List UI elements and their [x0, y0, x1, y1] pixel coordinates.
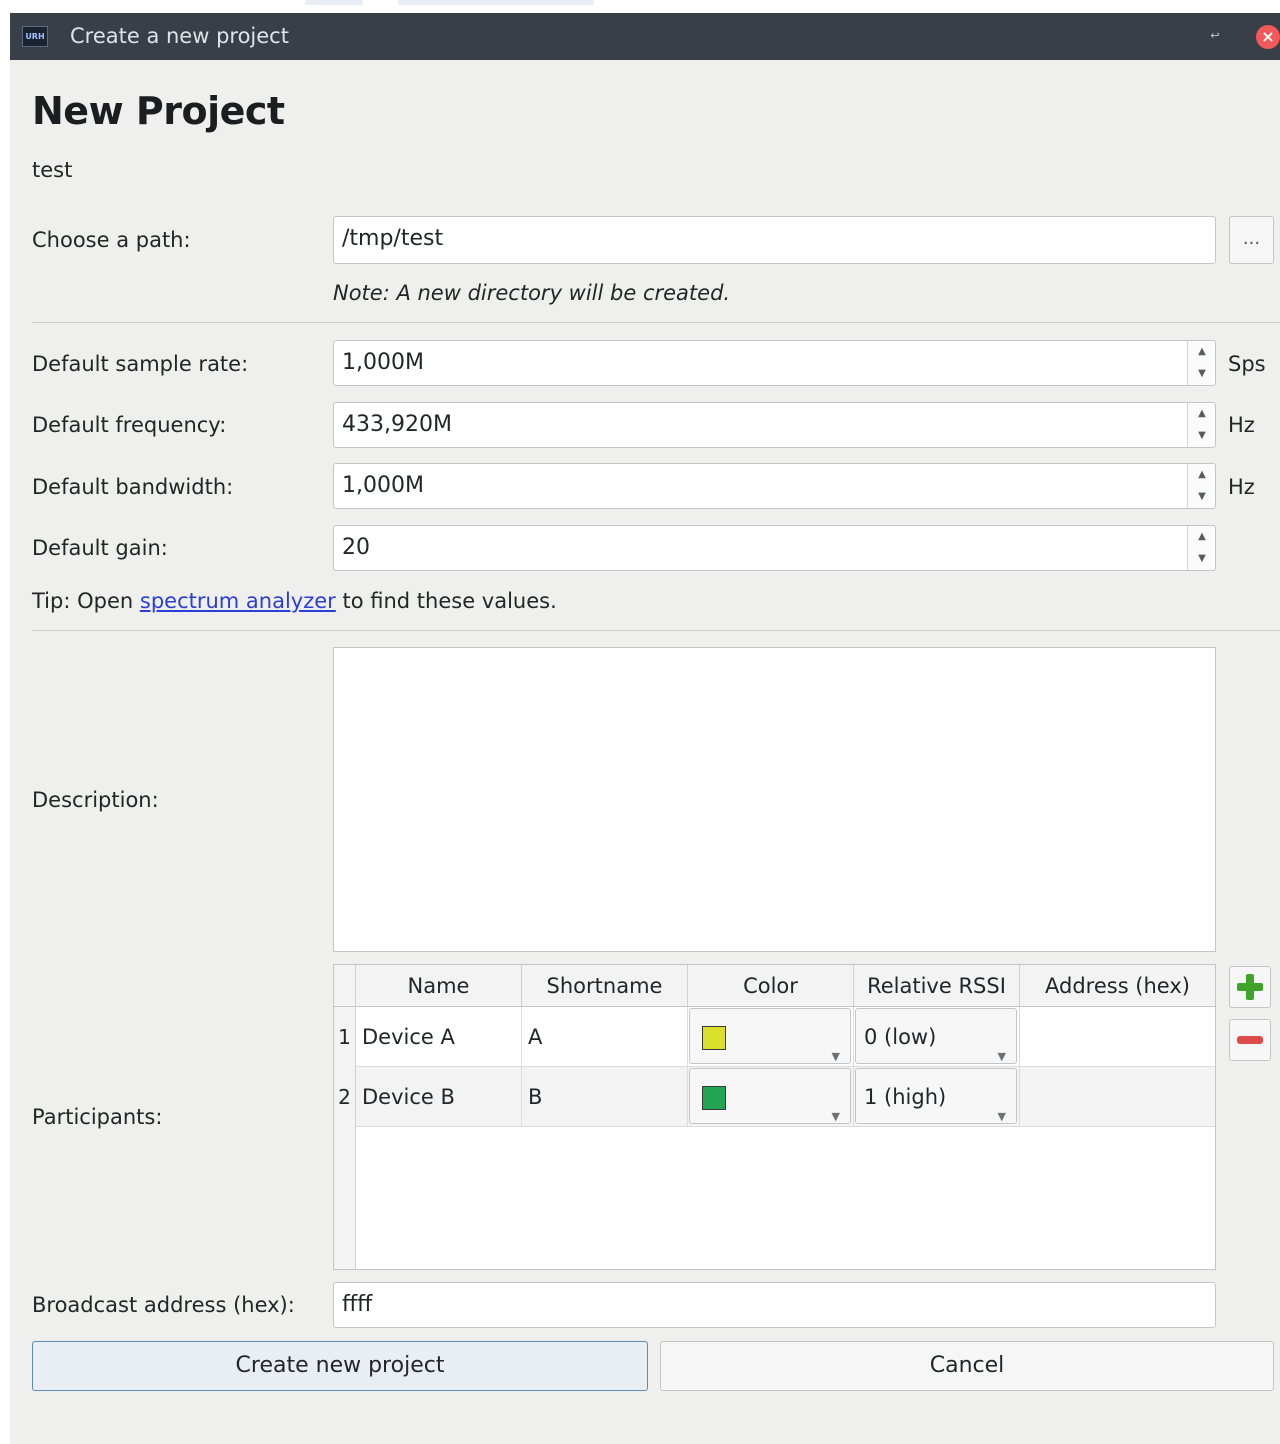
- column-header-address[interactable]: Address (hex): [1020, 965, 1215, 1007]
- rssi-dropdown[interactable]: 1 (high) ▼: [855, 1068, 1017, 1124]
- spin-up-icon[interactable]: ▲: [1188, 403, 1216, 425]
- row-header[interactable]: 2: [334, 1067, 356, 1127]
- participant-name-cell[interactable]: Device A: [356, 1007, 522, 1067]
- column-header-shortname[interactable]: Shortname: [522, 965, 688, 1007]
- sample-rate-unit: Sps: [1228, 352, 1266, 376]
- window-title: Create a new project: [70, 24, 289, 48]
- column-header-rssi[interactable]: Relative RSSI: [854, 965, 1020, 1007]
- color-dropdown[interactable]: ▼: [689, 1008, 851, 1064]
- chevron-down-icon: ▼: [831, 1110, 840, 1123]
- new-project-dialog: URH Create a new project ↩ × New Project…: [10, 13, 1280, 1444]
- spin-up-icon[interactable]: ▲: [1188, 464, 1216, 486]
- description-label: Description:: [32, 788, 159, 812]
- spin-up-icon[interactable]: ▲: [1188, 526, 1216, 548]
- plus-icon: [1237, 974, 1263, 1000]
- spectrum-analyzer-link[interactable]: spectrum analyzer: [140, 589, 336, 613]
- close-icon[interactable]: ×: [1256, 25, 1280, 49]
- browse-button[interactable]: ...: [1229, 216, 1274, 264]
- rssi-value: 0 (low): [864, 1025, 937, 1049]
- tip-suffix: to find these values.: [335, 589, 557, 613]
- participant-address-cell[interactable]: [1020, 1067, 1215, 1127]
- spin-down-icon[interactable]: ▼: [1188, 548, 1216, 570]
- participant-name-cell[interactable]: Device B: [356, 1067, 522, 1127]
- broadcast-address-label: Broadcast address (hex):: [32, 1293, 295, 1317]
- title-bar[interactable]: URH Create a new project ↩ ×: [10, 13, 1280, 60]
- gain-spinbox[interactable]: 20 ▲ ▼: [333, 525, 1216, 571]
- bandwidth-unit: Hz: [1228, 475, 1255, 499]
- frequency-unit: Hz: [1228, 413, 1255, 437]
- gain-value: 20: [342, 535, 370, 560]
- app-logo-icon: URH: [22, 26, 48, 47]
- path-label: Choose a path:: [32, 228, 191, 252]
- path-note: Note: A new directory will be created.: [333, 281, 731, 305]
- create-project-button[interactable]: Create new project: [32, 1341, 648, 1391]
- frequency-value: 433,920M: [342, 412, 452, 437]
- gain-label: Default gain:: [32, 536, 168, 560]
- cancel-button[interactable]: Cancel: [660, 1341, 1274, 1391]
- column-header-name[interactable]: Name: [356, 965, 522, 1007]
- chevron-down-icon: ▼: [997, 1110, 1006, 1123]
- background-strip: [305, 0, 363, 5]
- color-swatch: [702, 1086, 726, 1110]
- row-header[interactable]: 1: [334, 1007, 356, 1067]
- participant-rssi-cell: 1 (high) ▼: [854, 1067, 1020, 1127]
- participants-table[interactable]: Name Shortname Color Relative RSSI Addre…: [333, 964, 1216, 1270]
- project-name-label: test: [32, 158, 73, 182]
- participant-shortname-cell[interactable]: A: [522, 1007, 688, 1067]
- participant-shortname-cell[interactable]: B: [522, 1067, 688, 1127]
- remove-participant-button[interactable]: [1229, 1019, 1271, 1061]
- color-swatch: [702, 1026, 726, 1050]
- restore-icon[interactable]: ↩: [1206, 27, 1224, 45]
- description-textarea[interactable]: [333, 647, 1216, 952]
- sample-rate-value: 1,000M: [342, 350, 424, 375]
- separator: [32, 322, 1280, 323]
- gain-spin-buttons[interactable]: ▲ ▼: [1187, 526, 1215, 570]
- participants-label: Participants:: [32, 1105, 163, 1129]
- frequency-label: Default frequency:: [32, 413, 227, 437]
- bandwidth-label: Default bandwidth:: [32, 475, 234, 499]
- tip-text: Tip: Open spectrum analyzer to find thes…: [32, 589, 557, 613]
- bandwidth-spin-buttons[interactable]: ▲ ▼: [1187, 464, 1215, 508]
- participant-address-cell[interactable]: [1020, 1007, 1215, 1067]
- add-participant-button[interactable]: [1229, 966, 1271, 1008]
- rssi-value: 1 (high): [864, 1085, 947, 1109]
- page-title: New Project: [32, 89, 285, 133]
- bandwidth-spinbox[interactable]: 1,000M ▲ ▼: [333, 463, 1216, 509]
- table-corner[interactable]: [334, 965, 356, 1007]
- frequency-spin-buttons[interactable]: ▲ ▼: [1187, 403, 1215, 447]
- sample-rate-label: Default sample rate:: [32, 352, 249, 376]
- frequency-spinbox[interactable]: 433,920M ▲ ▼: [333, 402, 1216, 448]
- broadcast-address-input[interactable]: ffff: [333, 1282, 1216, 1328]
- spin-down-icon[interactable]: ▼: [1188, 486, 1216, 508]
- spin-down-icon[interactable]: ▼: [1188, 425, 1216, 447]
- bandwidth-value: 1,000M: [342, 473, 424, 498]
- path-input[interactable]: /tmp/test: [333, 216, 1216, 264]
- minus-icon: [1237, 1036, 1263, 1044]
- spin-down-icon[interactable]: ▼: [1188, 363, 1216, 385]
- tip-prefix: Tip: Open: [32, 589, 140, 613]
- separator: [32, 630, 1280, 631]
- participant-color-cell: ▼: [688, 1007, 854, 1067]
- row-header-strip: [334, 1127, 356, 1269]
- sample-rate-spinbox[interactable]: 1,000M ▲ ▼: [333, 340, 1216, 386]
- sample-rate-spin-buttons[interactable]: ▲ ▼: [1187, 341, 1215, 385]
- background-strip: [398, 0, 594, 5]
- column-header-color[interactable]: Color: [688, 965, 854, 1007]
- participant-rssi-cell: 0 (low) ▼: [854, 1007, 1020, 1067]
- participant-color-cell: ▼: [688, 1067, 854, 1127]
- rssi-dropdown[interactable]: 0 (low) ▼: [855, 1008, 1017, 1064]
- spin-up-icon[interactable]: ▲: [1188, 341, 1216, 363]
- color-dropdown[interactable]: ▼: [689, 1068, 851, 1124]
